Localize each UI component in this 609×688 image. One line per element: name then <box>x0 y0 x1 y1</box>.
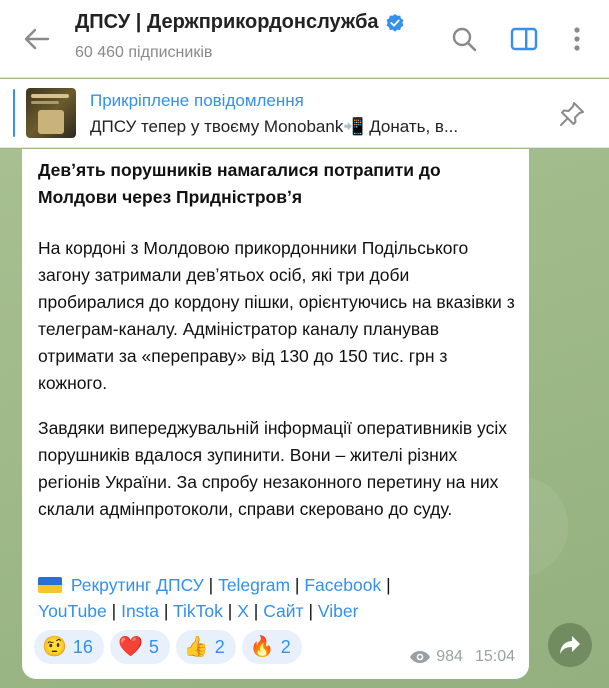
message-headline: Девʼять порушників намагалися потрапити … <box>38 160 441 207</box>
view-count: 984 <box>436 648 463 665</box>
fire-emoji-icon: 🔥 <box>249 636 275 658</box>
reaction-heart[interactable]: ❤️ 5 <box>109 630 170 664</box>
pinned-preview: ДПСУ тепер у твоєму Monobank📲 Донать, в.… <box>90 117 459 136</box>
pinned-label: Прикріплене повідомлення <box>90 91 304 110</box>
unpin-icon[interactable] <box>557 99 587 129</box>
views-eye-icon <box>410 651 431 663</box>
search-icon[interactable] <box>449 24 479 54</box>
message-links: Рекрутинг ДПСУ | Telegram | Facebook | Y… <box>38 575 391 621</box>
subscriber-count: 60 460 підписників <box>75 44 213 61</box>
link-telegram[interactable]: Telegram <box>218 575 290 595</box>
pinned-message-bar[interactable]: Прикріплене повідомлення ДПСУ тепер у тв… <box>0 79 609 148</box>
message-time: 15:04 <box>474 648 515 665</box>
raised-eyebrow-emoji-icon: 🤨 <box>42 636 67 658</box>
more-menu-icon[interactable] <box>562 24 592 54</box>
reaction-fire[interactable]: 🔥 2 <box>241 630 302 664</box>
message-meta: 984 15:04 <box>409 648 515 666</box>
link-insta[interactable]: Insta <box>121 601 159 621</box>
link-youtube[interactable]: YouTube <box>38 601 107 621</box>
link-site[interactable]: Сайт <box>263 601 303 621</box>
reaction-raised-eyebrow[interactable]: 🤨 16 <box>34 630 104 664</box>
pinned-indicator <box>13 89 15 137</box>
reaction-count: 16 <box>72 636 93 657</box>
forward-arrow-icon <box>560 636 580 654</box>
link-tiktok[interactable]: TikTok <box>173 601 223 621</box>
forward-button[interactable] <box>548 623 592 667</box>
verified-badge-icon <box>386 13 403 32</box>
reactions-row: 🤨 16 ❤️ 5 👍 2 🔥 2 <box>34 630 302 664</box>
channel-name: ДПСУ | Держприкордонслужба <box>75 11 379 33</box>
message-paragraph-2: Завдяки випереджувальній інформації опер… <box>38 418 507 519</box>
message-bubble: Девʼять порушників намагалися потрапити … <box>22 149 529 679</box>
link-recruiting[interactable]: Рекрутинг ДПСУ <box>71 575 204 595</box>
channel-title[interactable]: ДПСУ | Держприкордонслужба <box>75 11 405 34</box>
message-paragraph-1: На кордоні з Молдовою прикордонники Поді… <box>38 238 515 393</box>
reaction-count: 2 <box>214 636 225 657</box>
thumbs-up-emoji-icon: 👍 <box>183 636 209 658</box>
reaction-count: 2 <box>280 636 291 657</box>
link-viber[interactable]: Viber <box>318 601 359 621</box>
link-facebook[interactable]: Facebook <box>304 575 381 595</box>
heart-emoji-icon: ❤️ <box>117 636 143 658</box>
reaction-thumbs-up[interactable]: 👍 2 <box>175 630 236 664</box>
back-arrow-icon[interactable] <box>22 24 52 54</box>
link-x[interactable]: X <box>237 601 249 621</box>
ukraine-flag-icon <box>38 577 62 593</box>
pinned-thumbnail <box>26 88 76 138</box>
reaction-count: 5 <box>148 636 159 657</box>
chat-header: ДПСУ | Держприкордонслужба 60 460 підпис… <box>0 0 609 78</box>
sidebar-toggle-icon[interactable] <box>509 24 539 54</box>
